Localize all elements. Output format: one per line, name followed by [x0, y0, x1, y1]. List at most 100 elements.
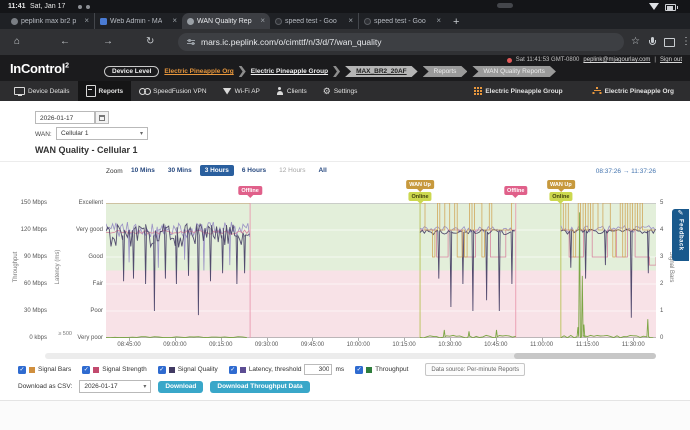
- new-tab-button[interactable]: +: [453, 15, 459, 29]
- notification-icon: [86, 5, 90, 9]
- browser-tab[interactable]: WAN Quality Rep ×: [182, 13, 270, 29]
- nav-item-clients[interactable]: Clients: [268, 81, 315, 101]
- system-taskbar: <: [0, 400, 690, 430]
- breadcrumb-group-link[interactable]: Electric Pineapple Group: [251, 68, 328, 75]
- install-app-icon[interactable]: [664, 38, 675, 47]
- x-axis-tick: [358, 338, 360, 341]
- browser-tab[interactable]: speed test - Goo ×: [358, 13, 446, 29]
- url-text[interactable]: mars.ic.peplink.com/o/cimttf/n/3/d/7/wan…: [201, 33, 381, 51]
- x-axis-tick: [266, 338, 268, 341]
- legend-label: Signal Bars: [38, 366, 72, 373]
- close-icon[interactable]: ×: [260, 17, 265, 25]
- bookmark-star-icon[interactable]: ☆: [631, 36, 640, 48]
- tab-title: WAN Quality Rep: [197, 17, 252, 25]
- microphone-icon[interactable]: [649, 37, 656, 45]
- wan-select[interactable]: Cellular 1 ▾: [56, 127, 148, 140]
- zoom-button-6-hours[interactable]: 6 Hours: [237, 165, 271, 176]
- camera-notch: [497, 3, 513, 8]
- close-icon[interactable]: ×: [172, 17, 177, 25]
- x-axis-tick: [129, 338, 131, 341]
- feedback-label: Feedback: [677, 219, 684, 251]
- nav-item-device-details[interactable]: Device Details: [6, 81, 78, 101]
- zoom-button-12-hours: 12 Hours: [279, 166, 306, 174]
- sign-out-link[interactable]: Sign out: [660, 57, 682, 63]
- breadcrumb-org-link[interactable]: Electric Pineapple Org: [164, 68, 233, 75]
- checkbox-checked-icon[interactable]: ✓: [157, 365, 166, 374]
- nav-item-speedfusion-vpn[interactable]: SpeedFusion VPN: [131, 81, 214, 101]
- nav-item-settings[interactable]: ⚙ Settings: [315, 81, 366, 101]
- back-icon[interactable]: ←: [60, 36, 70, 48]
- close-icon[interactable]: ×: [84, 17, 89, 25]
- breadcrumb-device-link[interactable]: MAX_BR2_20AF: [345, 66, 418, 77]
- nav-item-electric-pineapple-group[interactable]: Electric Pineapple Group: [466, 81, 570, 101]
- monitor-icon: [14, 87, 25, 96]
- browser-tab[interactable]: peplink max br2 p ×: [6, 13, 94, 29]
- download-button[interactable]: Download: [158, 380, 204, 393]
- checkbox-checked-icon[interactable]: ✓: [82, 365, 91, 374]
- session-info: Sat 11:41:53 GMT-0800 peplink@mjagourlay…: [506, 57, 682, 63]
- latency-max-tick: ≥ 500: [58, 331, 72, 337]
- browser-tab[interactable]: speed test - Goo ×: [270, 13, 358, 29]
- nav-item-wi-fi-ap[interactable]: Wi-Fi AP: [215, 81, 268, 101]
- status-bar: 11:41 Sat, Jan 17: [0, 0, 690, 13]
- x-axis-label: 09:45:00: [300, 342, 325, 348]
- signal-bars-tick-label: 1: [660, 307, 664, 314]
- home-icon[interactable]: ⌂: [14, 36, 20, 48]
- zoom-button-3-hours[interactable]: 3 Hours: [199, 164, 234, 176]
- quality-tick-label: Fair: [92, 280, 103, 287]
- chevron-right-icon: [333, 66, 341, 77]
- latency-threshold-input[interactable]: [304, 364, 333, 375]
- app-header: InControl2 Sat 11:41:53 GMT-0800 peplink…: [0, 55, 690, 81]
- calendar-button[interactable]: [95, 111, 109, 124]
- group-grid-icon: [474, 87, 482, 95]
- browser-menu-icon[interactable]: ⋮: [681, 36, 690, 48]
- legend-item-signal-strength: ✓ Signal Strength: [82, 365, 147, 374]
- close-icon[interactable]: ×: [436, 17, 441, 25]
- close-icon[interactable]: ×: [348, 17, 353, 25]
- address-bar[interactable]: mars.ic.peplink.com/o/cimttf/n/3/d/7/wan…: [178, 33, 624, 51]
- nav-item-label: Clients: [286, 87, 307, 95]
- x-axis-label: 10:45:00: [484, 342, 508, 348]
- quality-tick-label: Good: [88, 253, 103, 260]
- breadcrumb-device-level[interactable]: Device Level: [104, 66, 160, 77]
- chart-scrollbar-thumb[interactable]: [514, 353, 656, 359]
- reload-icon[interactable]: ↻: [146, 36, 154, 48]
- forward-icon[interactable]: →: [103, 36, 113, 48]
- account-email-link[interactable]: peplink@mjagourlay.com: [583, 57, 650, 63]
- download-throughput-button[interactable]: Download Throughput Data: [210, 380, 310, 393]
- wan-label: WAN:: [35, 131, 52, 138]
- x-axis-label: 10:30:00: [438, 342, 462, 348]
- x-axis-label: 09:30:00: [254, 342, 279, 348]
- nav-item-reports[interactable]: Reports: [77, 81, 132, 101]
- download-csv-label: Download as CSV:: [18, 383, 73, 390]
- nav-item-label: Electric Pineapple Group: [485, 87, 563, 95]
- zoom-button-all[interactable]: All: [313, 165, 331, 176]
- checkbox-checked-icon[interactable]: ✓: [355, 365, 364, 374]
- report-date-input[interactable]: 2026-01-17: [35, 111, 95, 124]
- data-source-button[interactable]: Data source: Per-minute Reports: [425, 363, 526, 376]
- browser-tabs: peplink max br2 p × Web Admin - MA × WAN Qua…: [6, 13, 446, 29]
- download-row: Download as CSV: 2026-01-17 ▾ Download D…: [18, 380, 310, 393]
- browser-tab[interactable]: Web Admin - MA ×: [94, 13, 182, 29]
- org-tree-icon: [593, 87, 602, 95]
- chart-scrollbar-track[interactable]: [45, 353, 656, 359]
- site-info-icon[interactable]: [187, 39, 195, 45]
- browser-toolbar: ⌂ ← → ↻ mars.ic.peplink.com/o/cimttf/n/3…: [0, 29, 690, 55]
- chevron-down-icon: ▾: [143, 383, 147, 390]
- legend-label: Latency, threshold: [248, 366, 302, 373]
- checkbox-checked-icon[interactable]: ✓: [18, 365, 26, 374]
- signal-bars-tick-label: 5: [660, 199, 664, 206]
- nav-item-label: Electric Pineapple Org: [604, 87, 674, 95]
- zoom-button-30-mins[interactable]: 30 Mins: [163, 165, 197, 176]
- csv-date-select[interactable]: 2026-01-17 ▾: [79, 380, 152, 393]
- signal-bars-tick-label: 4: [660, 226, 664, 233]
- x-axis-tick: [495, 338, 497, 341]
- nav-item-electric-pineapple-org[interactable]: Electric Pineapple Org: [585, 81, 682, 101]
- breadcrumb-reports[interactable]: Reports: [423, 66, 468, 77]
- zoom-button-10-mins[interactable]: 10 Mins: [126, 165, 160, 176]
- wifi-status-icon: [649, 3, 659, 10]
- chevron-right-icon: [238, 66, 246, 77]
- feedback-button[interactable]: ✎ Feedback: [672, 209, 689, 261]
- checkbox-checked-icon[interactable]: ✓: [228, 365, 237, 374]
- signal-bars-tick-label: 0: [660, 334, 664, 341]
